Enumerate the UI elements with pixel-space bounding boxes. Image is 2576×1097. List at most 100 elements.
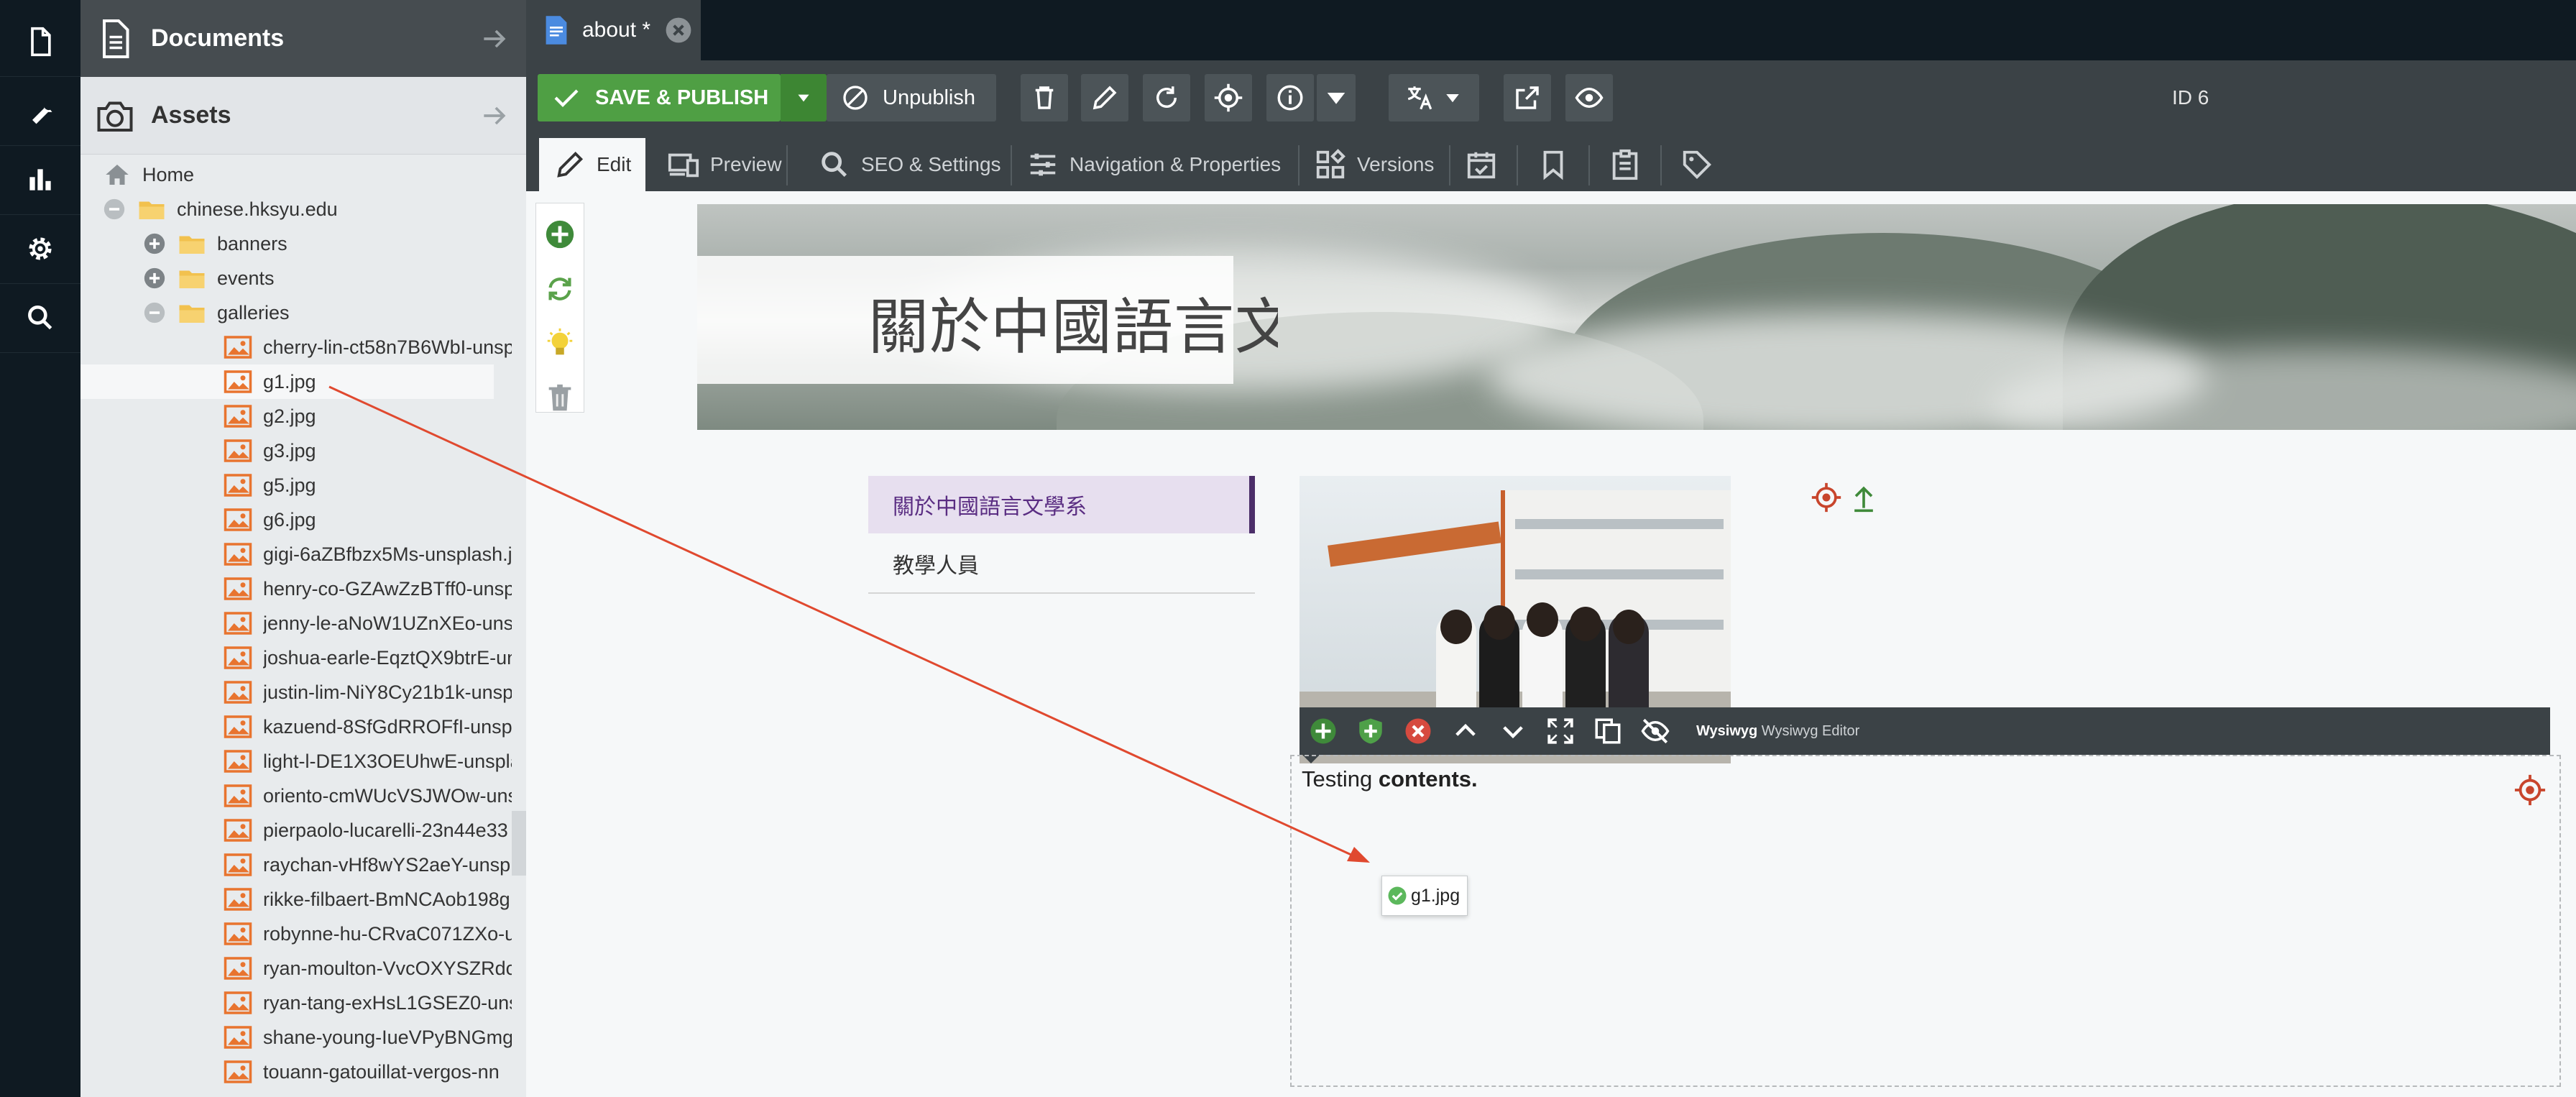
tree-item-image[interactable]: jenny-le-aNoW1UZnXEo-unsplash <box>80 606 512 641</box>
documents-nav-button[interactable] <box>0 7 80 77</box>
plus-circle-icon <box>546 220 574 249</box>
tree-item-image[interactable]: g2.jpg <box>80 399 512 433</box>
arrow-right-icon[interactable] <box>479 23 510 55</box>
move-up-button[interactable] <box>1442 707 1489 755</box>
translate-button[interactable] <box>1389 74 1479 121</box>
rename-button[interactable] <box>1081 74 1128 121</box>
delete-button[interactable] <box>1021 74 1068 121</box>
tab-edit[interactable]: Edit <box>539 138 645 191</box>
close-circle-icon <box>1405 718 1431 744</box>
add-block-below-button[interactable] <box>1347 707 1394 755</box>
tab-notes[interactable] <box>1609 138 1652 191</box>
arrow-right-icon[interactable] <box>479 100 510 132</box>
tab-divider <box>1298 145 1300 185</box>
tree-item-image[interactable]: touann-gatouillat-vergos-nn <box>80 1055 512 1089</box>
preview-eye-button[interactable] <box>1565 74 1613 121</box>
tab-seo-settings[interactable]: SEO & Settings <box>818 138 1001 191</box>
menu-item-staff[interactable]: 教學人員 <box>868 535 1255 594</box>
tab-seo-label: SEO & Settings <box>861 153 1001 175</box>
target-icon[interactable] <box>2513 774 2547 807</box>
tab-preview[interactable]: Preview <box>667 138 782 191</box>
add-area-button[interactable] <box>536 209 584 260</box>
collapse-icon[interactable] <box>142 300 167 325</box>
tree-item-image[interactable]: justin-lim-NiY8Cy21b1k-unsplash <box>80 675 512 710</box>
more-options-dropdown[interactable] <box>1317 74 1356 121</box>
tree-item-home[interactable]: Home <box>80 157 512 192</box>
tree-item-image[interactable]: gigi-6aZBfbzx5Ms-unsplash.jpg <box>80 537 512 572</box>
tree-item-image[interactable]: light-l-DE1X3OEUhwE-unsplash <box>80 744 512 779</box>
tab-bookmarks[interactable] <box>1537 138 1580 191</box>
save-publish-button[interactable]: SAVE & PUBLISH <box>538 74 827 121</box>
tab-about[interactable]: about * <box>526 0 701 60</box>
tree-item-image[interactable]: cherry-lin-ct58n7B6WbI-unsplash <box>80 330 512 364</box>
trash-area-button[interactable] <box>536 373 584 423</box>
wysiwyg-editor[interactable]: Testing contents. <box>1290 755 2561 1087</box>
tree-item-image[interactable]: g6.jpg <box>80 502 512 537</box>
tree-item-image[interactable]: g3.jpg <box>80 433 512 468</box>
plus-circle-icon <box>1310 718 1336 744</box>
hint-button[interactable] <box>536 318 584 369</box>
refresh-area-button[interactable] <box>536 264 584 314</box>
fullscreen-button[interactable] <box>1537 707 1584 755</box>
target-icon[interactable] <box>1811 482 1842 513</box>
tree-item-folder[interactable]: events <box>80 261 512 295</box>
close-icon[interactable] <box>665 17 692 44</box>
chevron-up-icon <box>1455 723 1476 736</box>
search-nav-button[interactable] <box>0 283 80 353</box>
settings-nav-button[interactable] <box>0 214 80 284</box>
tab-navigation-properties[interactable]: Navigation & Properties <box>1026 138 1281 191</box>
tree-item-image[interactable]: g5.jpg <box>80 468 512 502</box>
open-external-button[interactable] <box>1504 74 1551 121</box>
tree-item-image[interactable]: ryan-tang-exHsL1GSEZ0-unsplash <box>80 986 512 1020</box>
tab-versions[interactable]: Versions <box>1314 138 1434 191</box>
analytics-nav-button[interactable] <box>0 145 80 215</box>
assets-accordion[interactable]: Assets <box>80 77 526 155</box>
banner-title[interactable]: 關於中國語言文學系 <box>868 279 1278 366</box>
search-icon <box>822 152 847 178</box>
trash-icon <box>1035 86 1054 109</box>
add-block-button[interactable] <box>1300 707 1347 755</box>
tools-nav-button[interactable] <box>0 76 80 146</box>
info-button[interactable] <box>1266 74 1314 121</box>
show-in-tree-button[interactable] <box>1205 74 1252 121</box>
tree-item-image[interactable]: robynne-hu-CRvaC071ZXo-unsplash <box>80 917 512 951</box>
move-down-button[interactable] <box>1489 707 1537 755</box>
tree-item-image[interactable]: kazuend-8SfGdRROFfI-unsplash <box>80 710 512 744</box>
menu-item-about[interactable]: 關於中國語言文學系 <box>868 476 1255 533</box>
copy-block-button[interactable] <box>1584 707 1632 755</box>
expand-icon[interactable] <box>142 231 167 256</box>
tree-item-image[interactable]: rikke-filbaert-BmNCAob198g <box>80 882 512 917</box>
tree-item-folder[interactable]: chinese.hksyu.edu <box>80 192 512 226</box>
tree-item-image[interactable]: g1.jpg <box>80 364 494 399</box>
tree-item-image[interactable]: oriento-cmWUcVSJWOw-unsplash <box>80 779 512 813</box>
hide-block-button[interactable] <box>1632 707 1679 755</box>
reload-button[interactable] <box>1143 74 1190 121</box>
editor-content[interactable]: Testing contents. <box>1302 766 1478 792</box>
hero-banner: 關於中國語言文學系 <box>697 204 2576 430</box>
asset-tree-panel: Documents Assets Home chinese.hksyu.edu ba… <box>80 0 526 1097</box>
tree-item-image[interactable]: henry-co-GZAwZzBTff0-unsplash <box>80 572 512 606</box>
refresh-icon <box>1156 86 1177 108</box>
tab-tags[interactable] <box>1680 138 1724 191</box>
image-icon <box>224 508 252 531</box>
unpublish-button[interactable]: Unpublish <box>827 74 996 121</box>
collapse-icon[interactable] <box>102 197 126 221</box>
remove-block-button[interactable] <box>1394 707 1442 755</box>
tree-item-image[interactable]: shane-young-IueVPyBNGmg <box>80 1020 512 1055</box>
tree-item-folder[interactable]: banners <box>80 226 512 261</box>
pencil-icon <box>1092 86 1117 110</box>
tab-schedule[interactable] <box>1465 138 1508 191</box>
panel-collapse-handle[interactable] <box>512 811 526 876</box>
image-icon <box>224 1026 252 1049</box>
tree-item-image[interactable]: joshua-earle-EqztQX9btrE-unsplash <box>80 641 512 675</box>
tree-item-label: rikke-filbaert-BmNCAob198g <box>263 888 510 910</box>
home-icon <box>106 165 129 185</box>
tree-item-image[interactable]: raychan-vHf8wYS2aeY-unsplash <box>80 848 512 882</box>
documents-accordion[interactable]: Documents <box>80 0 526 77</box>
tree-item-image[interactable]: ryan-moulton-VvcOXYSZRdc <box>80 951 512 986</box>
tree-item-image[interactable]: pierpaolo-lucarelli-23n44e33 <box>80 813 512 848</box>
upload-icon[interactable] <box>1848 482 1880 513</box>
save-options-dropdown[interactable] <box>781 74 827 121</box>
tree-item-folder[interactable]: galleries <box>80 295 512 330</box>
expand-icon[interactable] <box>142 266 167 290</box>
